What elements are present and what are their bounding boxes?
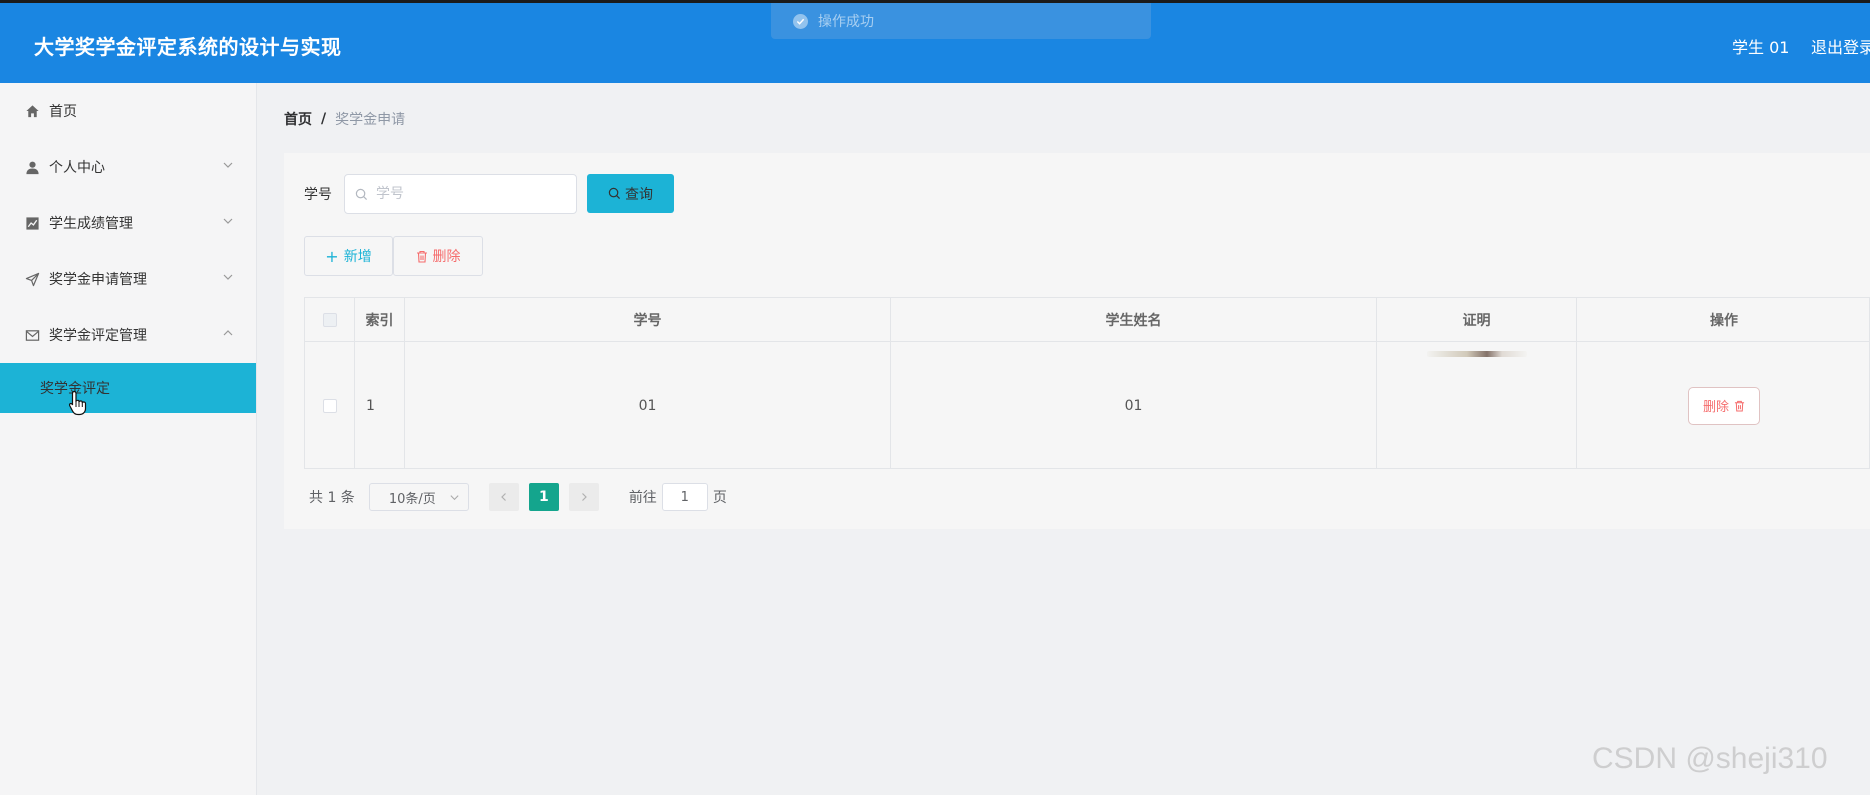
column-header-actions: 操作 (1710, 312, 1738, 329)
search-icon (355, 188, 368, 200)
select-all-checkbox[interactable] (322, 312, 337, 327)
goto-suffix: 页 (712, 490, 727, 506)
search-icon (608, 187, 621, 200)
send-icon (24, 271, 40, 287)
mail-icon (24, 327, 40, 343)
sidebar-item-profile[interactable]: 个人中心 (0, 139, 256, 195)
home-icon (24, 103, 40, 119)
pagination: 共 1 条 10条/页 1 前往 页 (309, 483, 727, 511)
sidebar-item-home[interactable]: 首页 (0, 83, 256, 139)
data-table: 索引 学号 学生姓名 证明 操作 1 01 01 删除 (304, 297, 1870, 469)
sidebar-item-grades[interactable]: 学生成绩管理 (0, 195, 256, 251)
goto-page-input[interactable] (661, 483, 708, 511)
plus-icon: + (325, 246, 339, 266)
sidebar-item-label: 个人中心 (49, 160, 105, 176)
cell-index: 1 (355, 342, 405, 469)
sidebar-item-label: 奖学金评定管理 (49, 328, 147, 344)
proof-thumbnail[interactable] (1427, 351, 1527, 357)
watermark: CSDN @sheji310 (1592, 742, 1828, 775)
table-row[interactable]: 1 01 01 删除 (305, 342, 1869, 469)
chevron-down-icon (223, 162, 233, 168)
chevron-down-icon (223, 218, 233, 224)
success-toast: 操作成功 (771, 3, 1151, 39)
check-circle-icon (793, 13, 808, 29)
toast-message: 操作成功 (818, 14, 874, 30)
next-page-button[interactable] (568, 483, 599, 511)
column-header-student-name[interactable]: 学生姓名 (891, 298, 1377, 341)
column-header-index[interactable]: 索引 (355, 298, 405, 341)
row-delete-button[interactable]: 删除 (1688, 386, 1760, 425)
delete-button[interactable]: 删除 (393, 236, 483, 276)
sidebar: 首页 个人中心 学生成绩管理 奖学金申请管理 奖学金评定管理 奖学金评定 (0, 83, 257, 795)
chevron-down-icon (450, 495, 459, 501)
query-button-label: 查询 (625, 186, 653, 203)
trash-icon (1734, 400, 1745, 412)
sidebar-item-scholarship-review[interactable]: 奖学金评定管理 (0, 307, 256, 363)
app-title: 大学奖学金评定系统的设计与实现 (34, 35, 342, 59)
chevron-down-icon (223, 274, 233, 280)
hand-cursor-icon (68, 390, 87, 416)
sidebar-subitem-scholarship-evaluation[interactable]: 奖学金评定 (0, 363, 256, 413)
row-delete-label: 删除 (1702, 400, 1729, 415)
breadcrumb-separator: / (321, 111, 327, 127)
page-number-button[interactable]: 1 (528, 483, 559, 511)
cell-student-id: 01 (405, 342, 891, 469)
column-header-proof[interactable]: 证明 (1377, 298, 1577, 341)
query-button[interactable]: 查询 (587, 174, 674, 213)
user-icon (24, 159, 40, 175)
chevron-right-icon (581, 493, 587, 501)
header-select-cell (305, 298, 355, 341)
chevron-left-icon (500, 493, 506, 501)
search-field[interactable] (344, 174, 577, 214)
content-panel: 学号 查询 + 新增 删除 索引 学号 学生姓名 证明 操作 1 (284, 153, 1870, 529)
cell-proof (1377, 342, 1577, 469)
table-header: 索引 学号 学生姓名 证明 操作 (305, 298, 1869, 342)
delete-button-label: 删除 (432, 249, 461, 265)
row-select-cell (305, 342, 355, 469)
sidebar-item-scholarship-apply[interactable]: 奖学金申请管理 (0, 251, 256, 307)
prev-page-button[interactable] (488, 483, 519, 511)
page-size-value: 10条/页 (388, 491, 436, 507)
row-checkbox[interactable] (322, 398, 337, 413)
breadcrumb: 首页 / 奖学金申请 (284, 109, 405, 129)
sidebar-item-label: 奖学金申请管理 (49, 272, 147, 288)
pagination-total: 共 1 条 (309, 490, 355, 506)
cell-student-name: 01 (891, 342, 1377, 469)
add-button-label: 新增 (343, 249, 372, 265)
add-button[interactable]: + 新增 (304, 236, 393, 276)
current-user[interactable]: 学生 01 (1732, 34, 1789, 58)
logout-link[interactable]: 退出登录 (1811, 34, 1870, 58)
sidebar-item-label: 学生成绩管理 (49, 216, 133, 232)
column-header-student-id[interactable]: 学号 (405, 298, 891, 341)
cell-actions: 删除 (1577, 342, 1870, 469)
breadcrumb-current: 奖学金申请 (335, 112, 406, 128)
goto-prefix: 前往 (628, 490, 657, 506)
search-input[interactable] (374, 185, 554, 203)
page-size-select[interactable]: 10条/页 (368, 483, 469, 511)
sidebar-item-label: 首页 (49, 104, 77, 120)
trash-icon (416, 250, 427, 263)
chevron-up-icon (223, 330, 233, 336)
chart-icon (24, 215, 40, 231)
search-label: 学号 (304, 187, 332, 203)
breadcrumb-home[interactable]: 首页 (284, 109, 312, 129)
